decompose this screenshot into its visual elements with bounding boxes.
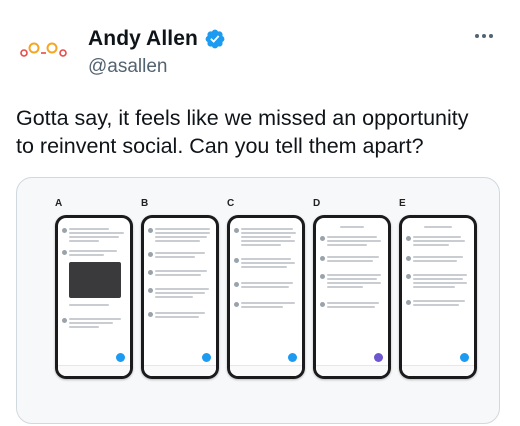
phone-mockup: [227, 215, 305, 379]
author-name[interactable]: Andy Allen: [88, 27, 198, 51]
tweet-text-line: Gotta say, it feels like we missed an op…: [16, 106, 469, 130]
phone-mockup: [141, 215, 219, 379]
author-handle[interactable]: @asallen: [88, 56, 168, 78]
panel-letter: A: [55, 198, 63, 209]
avatar[interactable]: [16, 23, 72, 79]
tweet-media-image[interactable]: A B C D E: [16, 177, 500, 424]
phone-mockup: [399, 215, 477, 379]
more-options-icon[interactable]: [472, 24, 496, 48]
tweet-text: Gotta say, it feels like we missed an op…: [16, 104, 504, 160]
verified-badge-icon: [205, 29, 225, 49]
tweet-text-line: to reinvent social. Can you tell them ap…: [16, 134, 424, 158]
panel-letter: E: [399, 198, 406, 209]
panel-letter: D: [313, 198, 321, 209]
panel-letter: C: [227, 198, 235, 209]
phone-mockup: [55, 215, 133, 379]
andy-allen-logo-icon: [20, 42, 67, 57]
panel-letter: B: [141, 198, 149, 209]
author-name-row[interactable]: Andy Allen: [88, 27, 226, 51]
phone-mockup: [313, 215, 391, 379]
